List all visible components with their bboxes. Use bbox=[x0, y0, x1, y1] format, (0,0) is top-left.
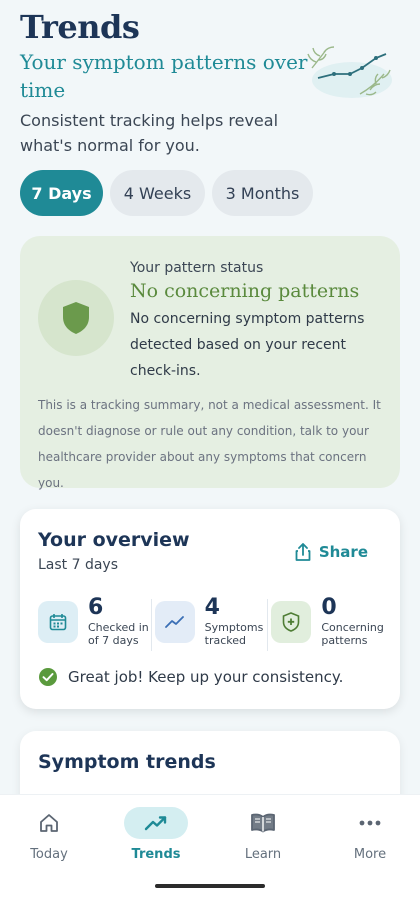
check-circle-icon bbox=[39, 668, 57, 686]
stat-concerning-patterns: 0 Concerning patterns bbox=[267, 595, 388, 655]
trend-icon bbox=[144, 816, 167, 831]
status-body: No concerning symptom patterns detected … bbox=[130, 311, 365, 379]
share-label: Share bbox=[318, 543, 368, 561]
overview-title: Your overview bbox=[38, 529, 190, 551]
nav-item-learn[interactable]: Learn bbox=[221, 807, 305, 862]
page-subtitle: Your symptom patterns over time bbox=[20, 50, 308, 102]
status-icon-circle bbox=[38, 280, 114, 356]
share-button[interactable]: Share bbox=[295, 543, 368, 561]
nav-pill bbox=[338, 807, 402, 839]
stat-symptoms-tracked: 4 Symptoms tracked bbox=[150, 595, 272, 655]
calendar-icon bbox=[49, 614, 67, 631]
stat-value: 0 bbox=[321, 595, 337, 620]
status-disclaimer: This is a tracking summary, not a medica… bbox=[38, 398, 381, 490]
symptom-trends-title: Symptom trends bbox=[38, 751, 216, 773]
book-icon bbox=[251, 813, 275, 833]
stat-checked-in: 6 Checked in of 7 days bbox=[38, 595, 155, 655]
segment-7-days[interactable]: 7 Days bbox=[20, 170, 103, 216]
overview-message: Great job! Keep up your consistency. bbox=[38, 667, 343, 687]
overview-card: Your overview Last 7 days Share 6 Checke… bbox=[20, 509, 400, 709]
stat-icon-box bbox=[38, 601, 78, 643]
decorative-leaf-chart-illustration bbox=[307, 46, 392, 98]
nav-label: More bbox=[353, 847, 387, 862]
shield-plus-icon bbox=[283, 612, 300, 632]
stat-value: 6 bbox=[88, 595, 104, 620]
stat-label: Symptoms tracked bbox=[204, 621, 264, 647]
overview-stats: 6 Checked in of 7 days 4 Symptoms tracke… bbox=[38, 595, 388, 655]
stat-label: Concerning patterns bbox=[321, 621, 384, 647]
more-icon bbox=[359, 820, 381, 826]
nav-pill bbox=[124, 807, 188, 839]
segment-3-months[interactable]: 3 Months bbox=[212, 170, 313, 216]
page-header: Trends Your symptom patterns over time C… bbox=[20, 8, 400, 158]
share-icon bbox=[295, 543, 311, 561]
nav-label: Trends bbox=[131, 847, 181, 862]
status-label: Your pattern status bbox=[130, 260, 264, 276]
nav-item-trends[interactable]: Trends bbox=[114, 807, 198, 862]
nav-label: Today bbox=[30, 847, 68, 862]
nav-pill bbox=[17, 807, 81, 839]
overview-message-text: Great job! Keep up your consistency. bbox=[68, 668, 344, 686]
stat-value: 4 bbox=[204, 595, 220, 620]
home-icon bbox=[40, 814, 58, 832]
status-text-block: Your pattern status No concerning patter… bbox=[130, 258, 380, 384]
period-segmented-control: 7 Days 4 Weeks 3 Months bbox=[20, 170, 313, 216]
nav-item-today[interactable]: Today bbox=[7, 807, 91, 862]
trend-icon bbox=[164, 616, 184, 628]
shield-icon bbox=[63, 302, 89, 334]
stat-icon-box bbox=[154, 601, 195, 643]
status-title: No concerning patterns bbox=[130, 280, 360, 302]
page-description: Consistent tracking helps reveal what's … bbox=[20, 111, 279, 155]
stat-label: Checked in of 7 days bbox=[88, 621, 149, 647]
nav-item-more[interactable]: More bbox=[328, 807, 412, 862]
nav-label: Learn bbox=[244, 847, 282, 862]
overview-subtitle: Last 7 days bbox=[38, 557, 119, 573]
pattern-status-card: Your pattern status No concerning patter… bbox=[20, 236, 400, 490]
nav-pill bbox=[231, 807, 295, 839]
stat-icon-box bbox=[271, 601, 312, 643]
segment-4-weeks[interactable]: 4 Weeks bbox=[110, 170, 205, 216]
home-indicator bbox=[155, 884, 265, 888]
